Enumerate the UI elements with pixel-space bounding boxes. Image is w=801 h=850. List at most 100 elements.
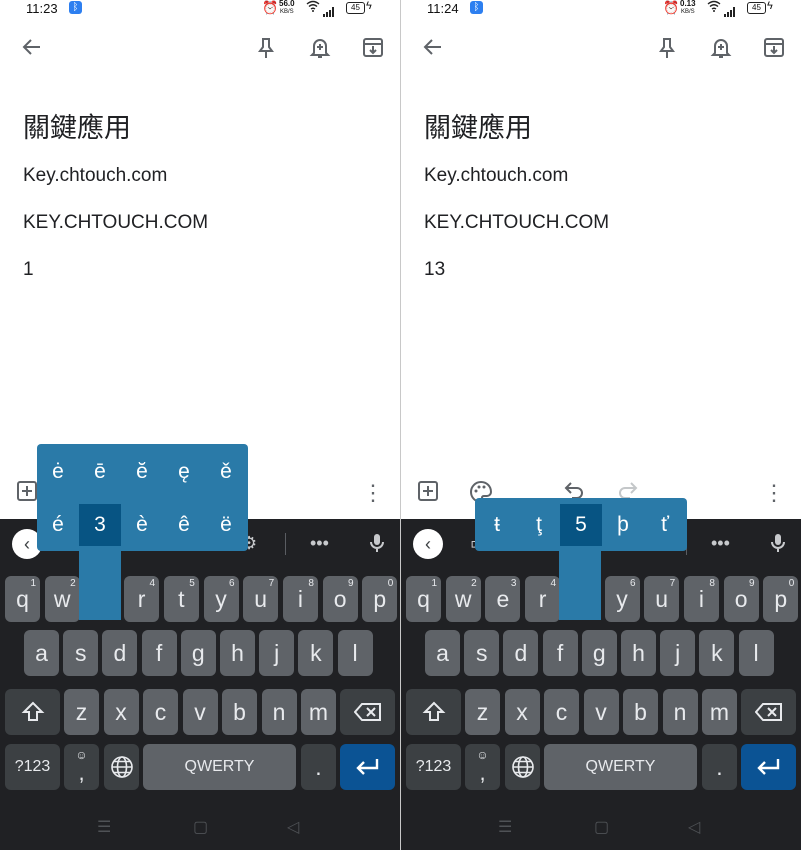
key-u[interactable]: u7: [243, 576, 279, 622]
archive-icon[interactable]: [760, 36, 788, 64]
archive-icon[interactable]: [359, 36, 387, 64]
key-f[interactable]: f: [141, 630, 177, 676]
add-box-icon[interactable]: [415, 480, 441, 506]
key-q[interactable]: q1: [5, 576, 40, 622]
note-line-3[interactable]: 1: [23, 259, 34, 281]
key-o[interactable]: o9: [723, 576, 759, 622]
enter-key[interactable]: [741, 744, 796, 790]
backspace-key[interactable]: [340, 689, 395, 735]
note-line-1[interactable]: Key.chtouch.com: [424, 165, 568, 187]
pin-icon[interactable]: [653, 36, 681, 64]
comma-key[interactable]: ☺,: [465, 744, 500, 790]
key-r[interactable]: r4: [124, 576, 160, 622]
accent-option[interactable]: ĕ: [121, 451, 163, 493]
key-v[interactable]: v: [182, 689, 218, 735]
key-k[interactable]: k: [699, 630, 735, 676]
key-y[interactable]: y6: [203, 576, 239, 622]
comma-key[interactable]: ☺,: [64, 744, 99, 790]
key-c[interactable]: c: [544, 689, 579, 735]
note-title[interactable]: 關鍵應用: [23, 106, 131, 145]
shift-key[interactable]: [5, 689, 60, 735]
key-x[interactable]: x: [103, 689, 139, 735]
key-w[interactable]: w2: [44, 576, 80, 622]
accent-option[interactable]: ť: [644, 504, 686, 546]
accent-option[interactable]: è: [121, 504, 163, 546]
accent-option[interactable]: ē: [79, 451, 121, 493]
keyboard-back-icon[interactable]: ‹: [413, 529, 443, 559]
key-z[interactable]: z: [465, 689, 500, 735]
note-line-2[interactable]: KEY.CHTOUCH.COM: [23, 212, 208, 234]
note-line-2[interactable]: KEY.CHTOUCH.COM: [424, 212, 609, 234]
key-l[interactable]: l: [337, 630, 373, 676]
note-line-1[interactable]: Key.chtouch.com: [23, 165, 167, 187]
space-key[interactable]: QWERTY: [143, 744, 296, 790]
nav-back-icon[interactable]: ◁: [688, 817, 700, 837]
nav-recents-icon[interactable]: ☰: [97, 817, 111, 837]
key-w[interactable]: w2: [445, 576, 481, 622]
shift-key[interactable]: [406, 689, 461, 735]
accent-option[interactable]: ŧ: [476, 504, 518, 546]
key-i[interactable]: i8: [683, 576, 719, 622]
key-f[interactable]: f: [542, 630, 578, 676]
key-c[interactable]: c: [143, 689, 178, 735]
key-g[interactable]: g: [581, 630, 617, 676]
key-p[interactable]: p0: [362, 576, 398, 622]
reminder-bell-icon[interactable]: [707, 36, 735, 64]
accent-option[interactable]: ţ: [518, 504, 560, 546]
key-d[interactable]: d: [102, 630, 138, 676]
key-a[interactable]: a: [24, 630, 59, 676]
key-h[interactable]: h: [621, 630, 656, 676]
period-key[interactable]: .: [702, 744, 737, 790]
key-r[interactable]: r4: [525, 576, 561, 622]
key-z[interactable]: z: [64, 689, 99, 735]
pin-icon[interactable]: [252, 36, 280, 64]
accent-option[interactable]: ê: [163, 504, 205, 546]
key-l[interactable]: l: [738, 630, 774, 676]
key-x[interactable]: x: [504, 689, 540, 735]
reminder-bell-icon[interactable]: [306, 36, 334, 64]
key-i[interactable]: i8: [282, 576, 318, 622]
more-options-icon[interactable]: •••: [711, 533, 730, 554]
space-key[interactable]: QWERTY: [544, 744, 697, 790]
key-e[interactable]: e3: [485, 576, 521, 622]
nav-recents-icon[interactable]: ☰: [498, 817, 512, 837]
note-line-3[interactable]: 13: [424, 259, 445, 281]
note-title[interactable]: 關鍵應用: [424, 106, 532, 145]
nav-back-icon[interactable]: ◁: [287, 817, 299, 837]
accent-option[interactable]: ę: [163, 451, 205, 493]
accent-option[interactable]: 3: [79, 504, 121, 546]
key-d[interactable]: d: [503, 630, 539, 676]
key-b[interactable]: b: [623, 689, 658, 735]
accent-option[interactable]: ë: [205, 504, 247, 546]
accent-option[interactable]: ė: [37, 451, 79, 493]
key-u[interactable]: u7: [644, 576, 680, 622]
accent-option[interactable]: ě: [205, 451, 247, 493]
period-key[interactable]: .: [301, 744, 336, 790]
key-m[interactable]: m: [702, 689, 737, 735]
key-v[interactable]: v: [583, 689, 619, 735]
language-key[interactable]: [104, 744, 139, 790]
key-q[interactable]: q1: [406, 576, 441, 622]
key-s[interactable]: s: [464, 630, 500, 676]
more-vert-icon[interactable]: ⋮: [761, 480, 787, 506]
key-y[interactable]: y6: [604, 576, 640, 622]
key-j[interactable]: j: [259, 630, 295, 676]
language-key[interactable]: [505, 744, 540, 790]
back-arrow-icon[interactable]: [18, 36, 46, 64]
key-g[interactable]: g: [180, 630, 216, 676]
key-j[interactable]: j: [660, 630, 696, 676]
symbols-key[interactable]: ?123: [5, 744, 60, 790]
more-vert-icon[interactable]: ⋮: [360, 480, 386, 506]
symbols-key[interactable]: ?123: [406, 744, 461, 790]
nav-home-icon[interactable]: ▢: [594, 817, 609, 837]
key-s[interactable]: s: [63, 630, 99, 676]
key-p[interactable]: p0: [763, 576, 799, 622]
key-n[interactable]: n: [261, 689, 297, 735]
accent-option[interactable]: é: [37, 504, 79, 546]
key-o[interactable]: o9: [322, 576, 358, 622]
backspace-key[interactable]: [741, 689, 796, 735]
more-options-icon[interactable]: •••: [310, 533, 329, 554]
back-arrow-icon[interactable]: [419, 36, 447, 64]
mic-icon[interactable]: [771, 533, 785, 558]
nav-home-icon[interactable]: ▢: [193, 817, 208, 837]
